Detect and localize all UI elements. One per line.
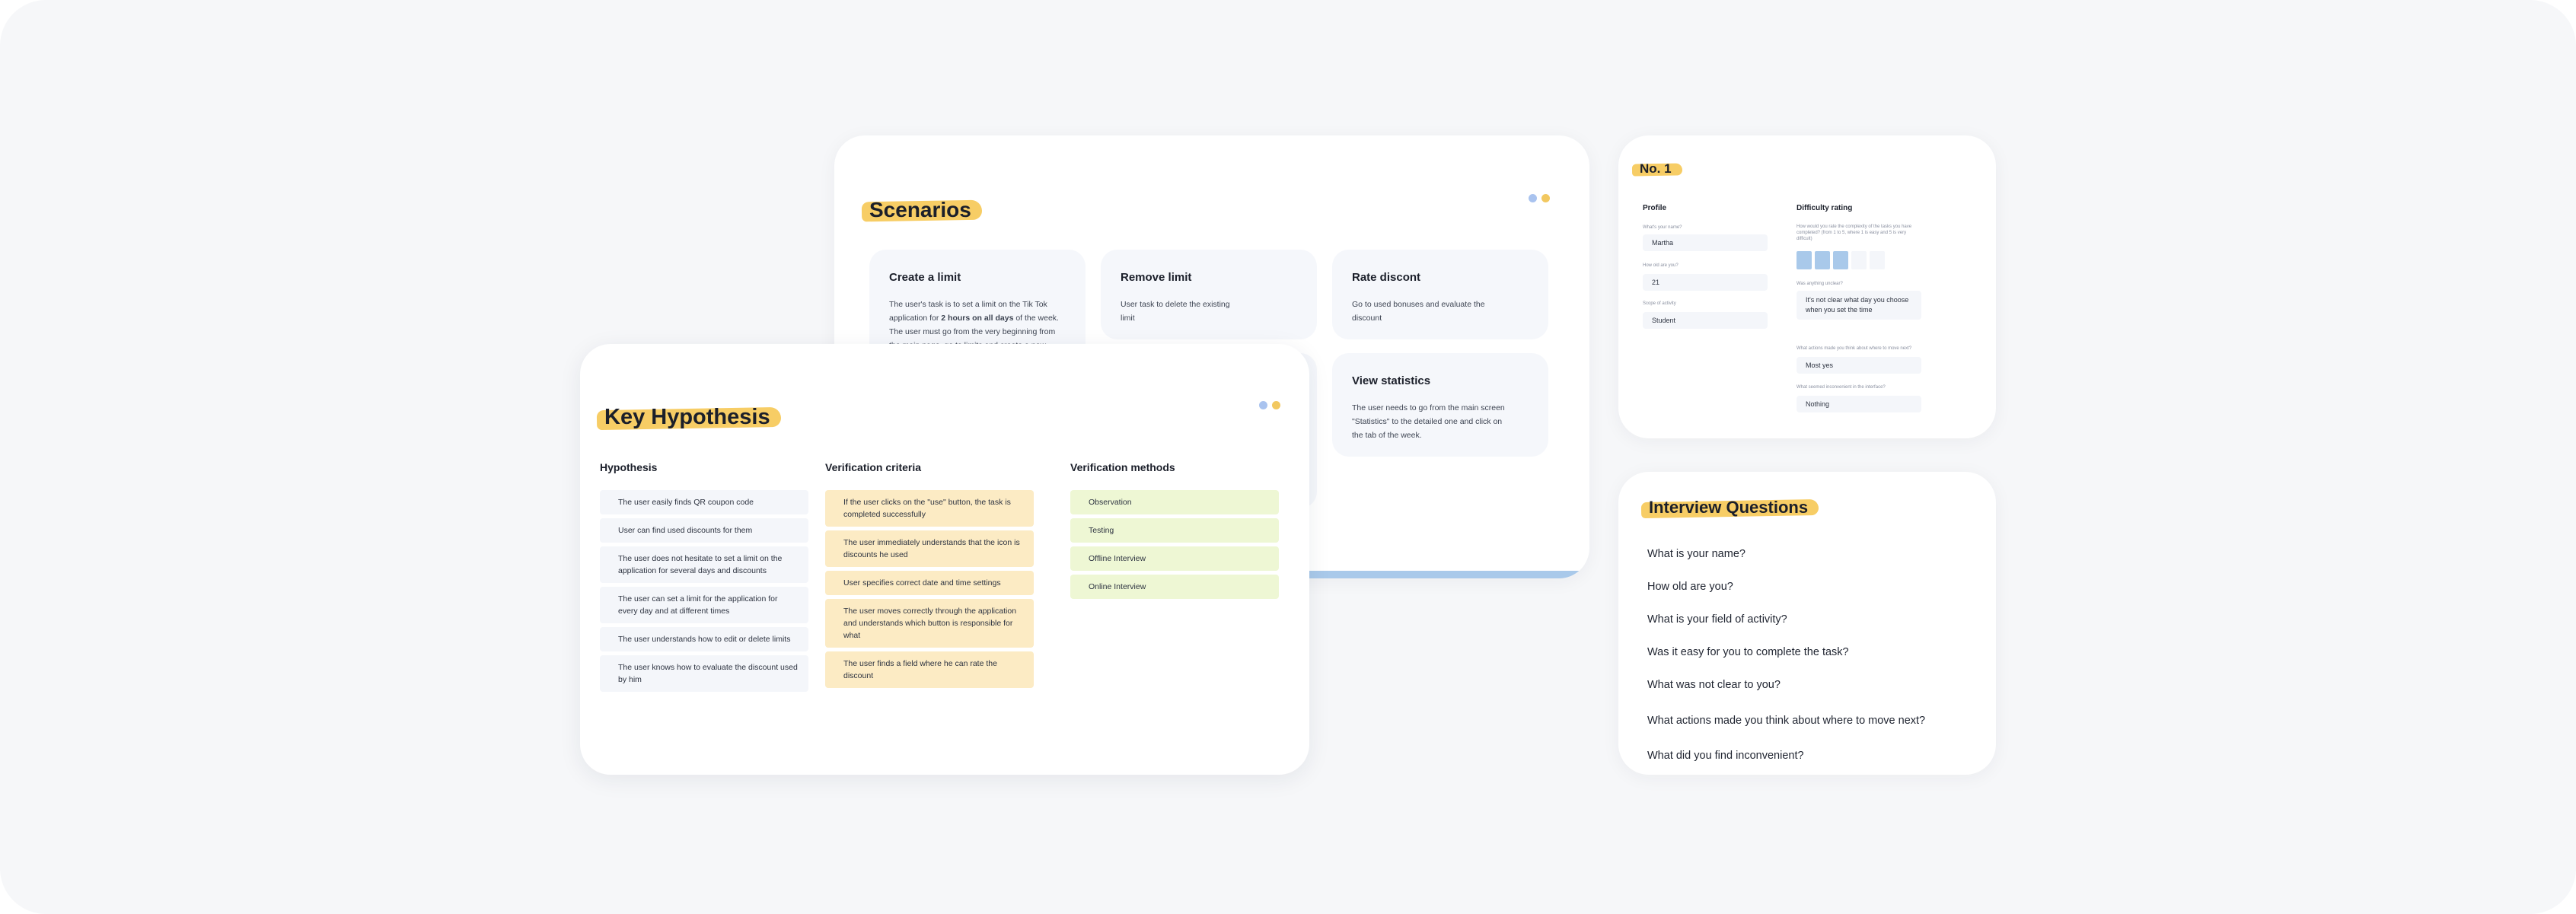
window-dots [1259, 401, 1280, 409]
interview-question: What is your field of activity? [1647, 613, 1787, 626]
column-title-hypothesis: Hypothesis [600, 461, 658, 473]
method-item: Offline Interview [1070, 546, 1279, 571]
canvas: Scenarios Create a limit The user's task… [0, 0, 2576, 914]
window-dots [1529, 194, 1550, 202]
dot-yellow [1272, 401, 1280, 409]
inconvenient-field: Nothing [1797, 396, 1921, 412]
interview-title: Interview Questions [1649, 498, 1809, 517]
interview-question: How old are you? [1647, 581, 1733, 593]
interview-question: What is your name? [1647, 548, 1745, 560]
actions-field: Most yes [1797, 357, 1921, 374]
respondent-card: No. 1 Profile What's your name? Martha H… [1618, 135, 1996, 438]
interview-card: Interview Questions What is your name? H… [1618, 472, 1996, 775]
dot-yellow [1541, 194, 1550, 202]
rating-box [1815, 251, 1830, 269]
hypothesis-title: Key Hypothesis [604, 405, 770, 429]
rating-box [1870, 251, 1885, 269]
dot-blue [1259, 401, 1267, 409]
interview-question: Was it easy for you to complete the task… [1647, 646, 1849, 658]
name-field: Martha [1643, 234, 1768, 251]
activity-field: Student [1643, 312, 1768, 329]
profile-title: Profile [1643, 204, 1667, 212]
scenario-text: Go to used bonuses and evaluate the disc… [1352, 300, 1485, 323]
difficulty-rating [1797, 251, 1885, 269]
scenario-title: View statistics [1352, 374, 1431, 387]
criteria-item: The user moves correctly through the app… [825, 599, 1034, 648]
age-field: 21 [1643, 274, 1768, 291]
unclear-field: It's not clear what day you choose when … [1797, 291, 1921, 320]
column-title-criteria: Verification criteria [825, 461, 922, 473]
criteria-item: The user immediately understands that th… [825, 530, 1034, 567]
difficulty-question: How would you rate the complexity of the… [1797, 225, 1912, 241]
activity-label: Scope of activity [1643, 301, 1676, 306]
unclear-label: Was anything unclear? [1797, 282, 1843, 286]
hypothesis-item: The user easily finds QR coupon code [600, 490, 808, 514]
scenario-card-remove-limit[interactable]: Remove limit User task to delete the exi… [1101, 250, 1317, 339]
name-label: What's your name? [1643, 225, 1682, 230]
hypothesis-board: Key Hypothesis Hypothesis Verification c… [580, 344, 1309, 775]
respondent-title: No. 1 [1640, 161, 1672, 176]
rating-box [1833, 251, 1848, 269]
column-title-methods: Verification methods [1070, 461, 1175, 473]
method-item: Observation [1070, 490, 1279, 514]
criteria-list: If the user clicks on the "use" button, … [825, 490, 1034, 688]
interview-question: What actions made you think about where … [1647, 715, 1926, 727]
rating-box [1797, 251, 1812, 269]
scenario-title: Remove limit [1121, 271, 1192, 284]
rating-box [1851, 251, 1867, 269]
method-item: Testing [1070, 518, 1279, 543]
methods-list: Observation Testing Offline Interview On… [1070, 490, 1279, 599]
scenarios-title: Scenarios [869, 198, 971, 221]
hypothesis-item: The user does not hesitate to set a limi… [600, 546, 808, 583]
inconvenient-label: What seemed inconvenient in the interfac… [1797, 385, 1886, 390]
hypothesis-list: The user easily finds QR coupon code Use… [600, 490, 808, 692]
actions-label: What actions made you think about where … [1797, 346, 1912, 351]
interview-question: What was not clear to you? [1647, 679, 1781, 691]
hypothesis-item: The user understands how to edit or dele… [600, 627, 808, 651]
criteria-item: User specifies correct date and time set… [825, 571, 1034, 595]
criteria-item: The user finds a field where he can rate… [825, 651, 1034, 688]
scenario-card-rate-discount[interactable]: Rate discont Go to used bonuses and eval… [1332, 250, 1548, 339]
interview-question: What did you find inconvenient? [1647, 750, 1804, 762]
scenario-text: User task to delete the existing limit [1121, 300, 1230, 323]
hypothesis-item: User can find used discounts for them [600, 518, 808, 543]
hypothesis-item: The user knows how to evaluate the disco… [600, 655, 808, 692]
difficulty-title: Difficulty rating [1797, 204, 1853, 212]
method-item: Online Interview [1070, 575, 1279, 599]
scenario-title: Rate discont [1352, 271, 1421, 284]
scenario-card-view-statistics[interactable]: View statistics The user needs to go fro… [1332, 353, 1548, 457]
hypothesis-item: The user can set a limit for the applica… [600, 587, 808, 623]
scenario-title: Create a limit [889, 271, 961, 284]
criteria-item: If the user clicks on the "use" button, … [825, 490, 1034, 527]
dot-blue [1529, 194, 1537, 202]
age-label: How old are you? [1643, 263, 1679, 268]
scenario-text: The user needs to go from the main scree… [1352, 403, 1505, 440]
